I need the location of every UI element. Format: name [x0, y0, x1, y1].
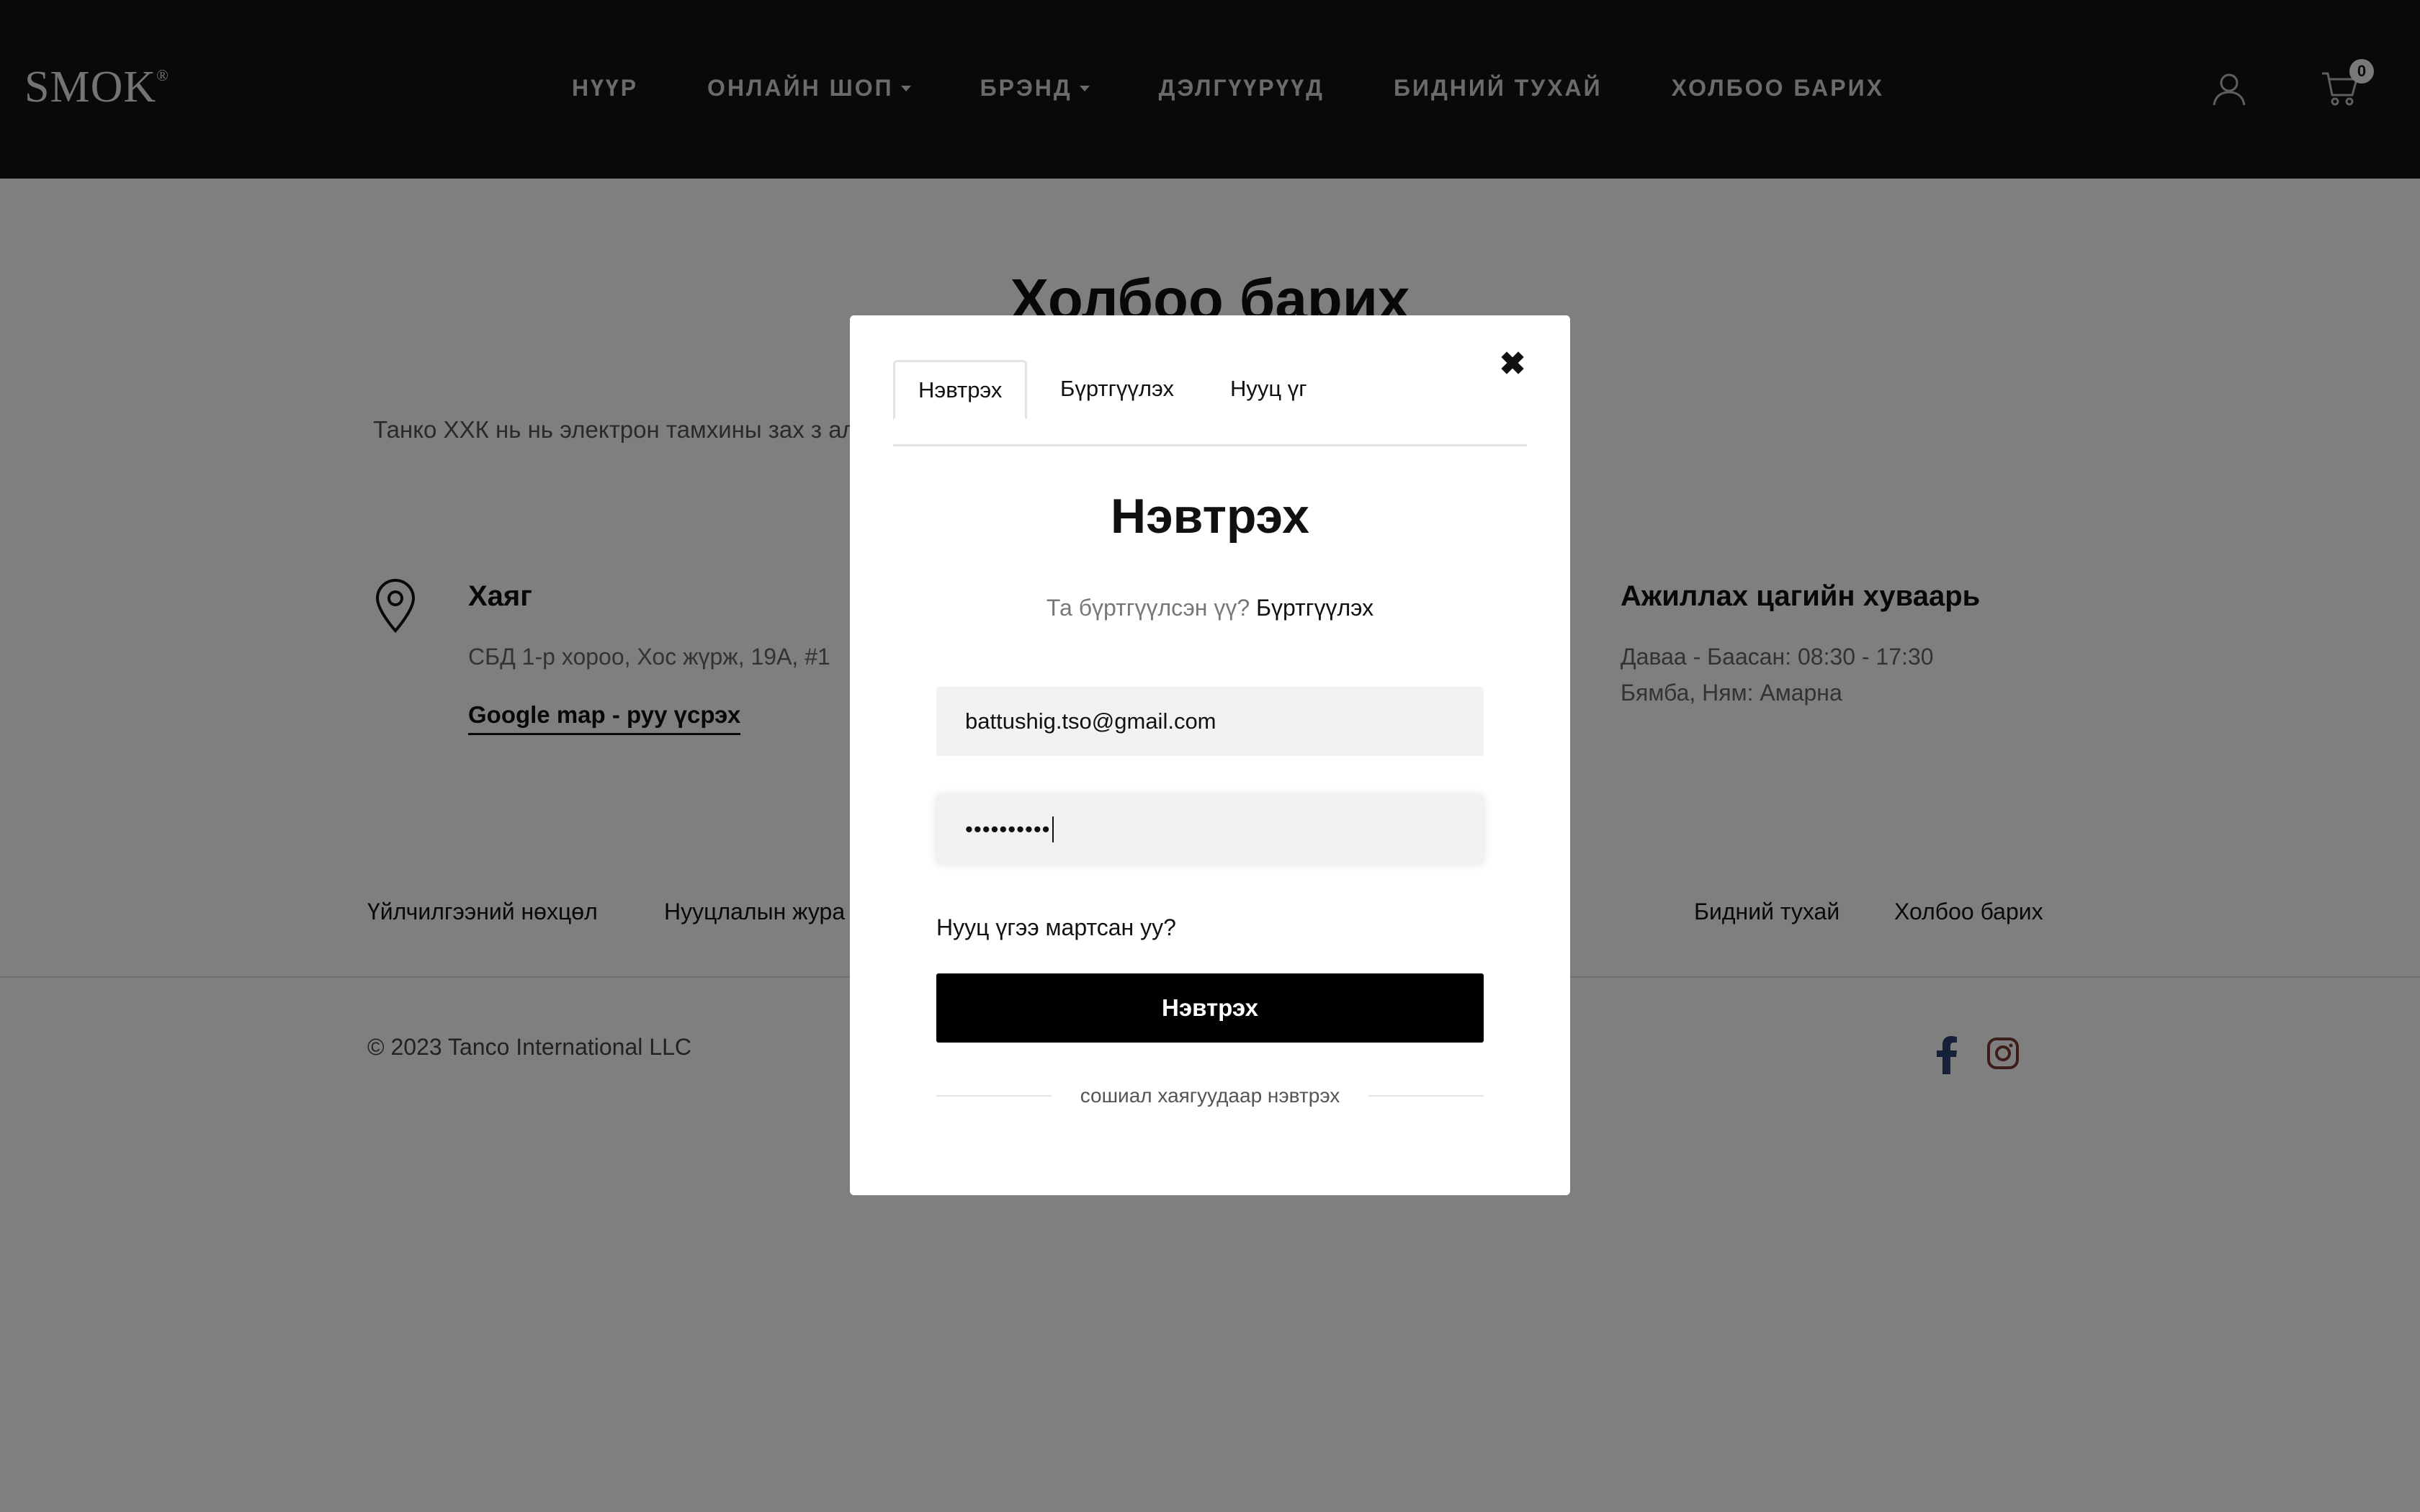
divider-line [1368, 1095, 1484, 1097]
tab-login[interactable]: Нэвтрэх [893, 360, 1028, 420]
tab-register[interactable]: Бүртгүүлэх [1037, 360, 1197, 418]
forgot-password-link[interactable]: Нууц үгээ мартсан уу? [936, 914, 1176, 941]
modal-title: Нэвтрэх [1111, 489, 1309, 544]
login-modal: ✖ Нэвтрэх Бүртгүүлэх Нууц үг Нэвтрэх Та … [850, 315, 1570, 1195]
login-submit-button[interactable]: Нэвтрэх [936, 973, 1484, 1043]
divider-line [936, 1095, 1052, 1097]
social-login-label: сошиал хаягуудаар нэвтрэх [1080, 1084, 1340, 1107]
password-value: •••••••••• [965, 816, 1051, 842]
register-question: Та бүртгүүлсэн үү? [1046, 595, 1250, 621]
email-field[interactable]: battushig.tso@gmail.com [936, 687, 1484, 756]
register-link[interactable]: Бүртгүүлэх [1256, 595, 1373, 621]
tab-password[interactable]: Нууц үг [1207, 360, 1330, 418]
text-cursor [1052, 816, 1054, 842]
register-prompt: Та бүртгүүлсэн үү? Бүртгүүлэх [850, 595, 1570, 621]
modal-tabs: Нэвтрэх Бүртгүүлэх Нууц үг [893, 360, 1527, 446]
email-value: battushig.tso@gmail.com [965, 708, 1216, 734]
password-field[interactable]: •••••••••• [936, 795, 1484, 864]
login-submit-label: Нэвтрэх [1162, 994, 1258, 1021]
social-login-divider: сошиал хаягуудаар нэвтрэх [936, 1081, 1484, 1110]
